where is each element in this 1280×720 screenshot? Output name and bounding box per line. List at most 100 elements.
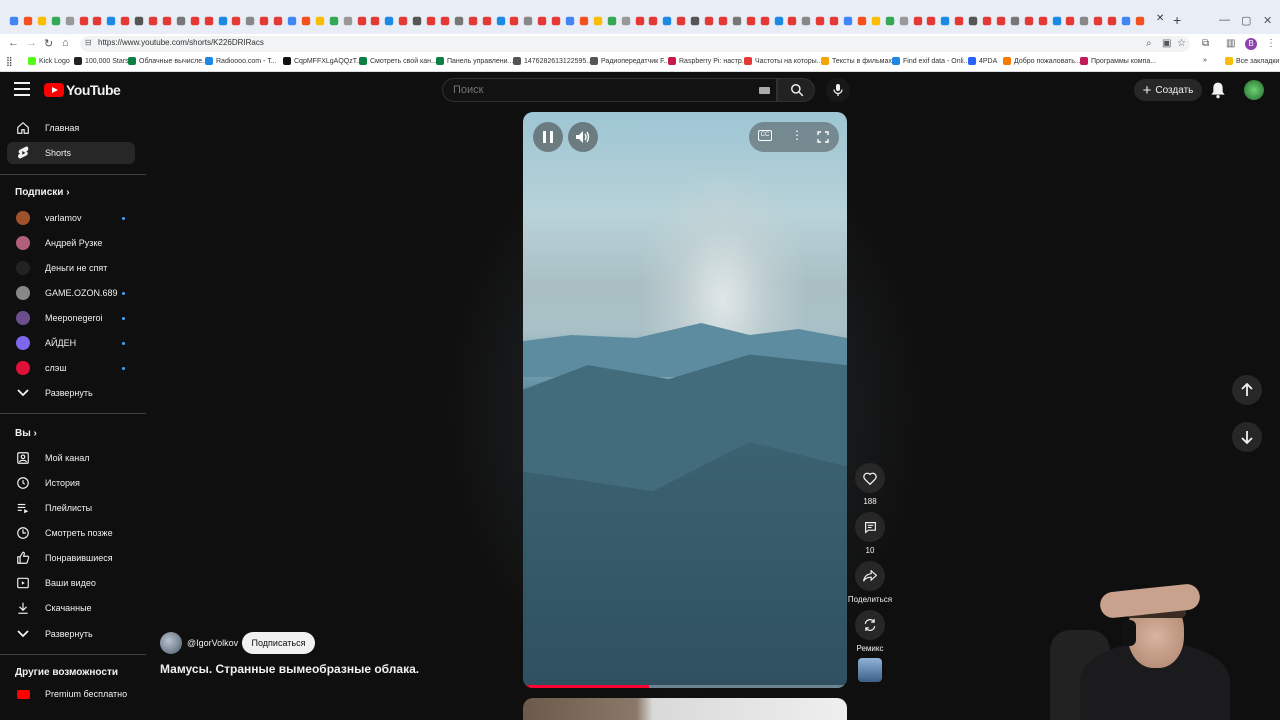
browser-tab-favicon-icon[interactable] [371,16,380,26]
browser-tab-favicon-icon[interactable] [468,16,477,26]
like-action[interactable]: 188 [855,463,885,506]
remix-action[interactable]: Ремикс [855,610,885,653]
back-icon[interactable]: ← [8,37,19,49]
browser-tab-favicon-icon[interactable] [996,16,1006,26]
browser-tab-favicon-icon[interactable] [107,16,116,26]
sidebar-channel-item[interactable]: Meeponegeroi [7,307,135,329]
subscriptions-expand[interactable]: Развернуть [7,382,135,404]
sidebar-item-premium[interactable]: Premium бесплатно [7,683,135,705]
browser-tab-favicon-icon[interactable] [676,16,686,26]
volume-button[interactable] [568,122,598,152]
browser-tab-favicon-icon[interactable] [982,16,992,26]
you-header[interactable]: Вы › [15,428,37,439]
browser-tab-favicon-icon[interactable] [607,16,616,26]
browser-tab-favicon-icon[interactable] [454,16,463,26]
notifications-bell-icon[interactable] [1210,81,1226,99]
account-avatar[interactable] [1244,80,1264,100]
maximize-icon[interactable]: ▢ [1241,14,1251,27]
browser-tab-favicon-icon[interactable] [1010,16,1019,26]
sound-thumbnail[interactable] [858,658,882,682]
sidebar-item-channel[interactable]: Мой канал [7,447,135,469]
active-tab-close-icon[interactable]: ✕ [1156,13,1164,24]
browser-tab-favicon-icon[interactable] [65,16,74,26]
browser-tab-favicon-icon[interactable] [412,16,422,26]
next-short-preview[interactable] [523,698,847,720]
hamburger-menu-icon[interactable] [14,82,30,96]
browser-tab-favicon-icon[interactable] [843,16,853,26]
browser-tab-favicon-icon[interactable] [760,16,769,26]
new-tab-icon[interactable]: + [1173,12,1181,28]
browser-tab-favicon-icon[interactable] [829,16,839,26]
browser-tab-favicon-icon[interactable] [565,16,575,26]
sidebar-channel-item[interactable]: varlamov [7,207,135,229]
browser-tab-favicon-icon[interactable] [1093,16,1103,26]
captions-icon[interactable]: CC [758,130,772,141]
browser-tab-favicon-icon[interactable] [1107,16,1117,26]
previous-short-button[interactable] [1232,375,1262,405]
browser-tab-favicon-icon[interactable] [176,16,185,26]
progress-bar[interactable] [523,685,847,688]
bookmark-item[interactable]: Find exif data - Onli... [892,57,970,65]
comments-action[interactable]: 10 [855,512,885,555]
browser-tab-favicon-icon[interactable] [23,16,33,26]
browser-tab-favicon-icon[interactable] [259,16,269,26]
sidebar-channel-item[interactable]: GAME.OZON.689 [7,282,135,304]
browser-tab-favicon-icon[interactable] [315,16,324,26]
forward-icon[interactable]: → [26,37,37,49]
sidebar-item-home[interactable]: Главная [7,117,135,139]
bookmark-item[interactable]: Тексты в фильмах [821,57,892,65]
browser-tab-favicon-icon[interactable] [704,16,714,26]
browser-tab-favicon-icon[interactable] [9,16,19,26]
browser-tab-favicon-icon[interactable] [885,16,894,26]
next-short-button[interactable] [1232,422,1262,452]
bookmark-star-icon[interactable]: ☆ [1177,38,1186,49]
browser-tab-favicon-icon[interactable] [273,16,283,26]
browser-tab-favicon-icon[interactable] [524,16,533,26]
browser-tab-favicon-icon[interactable] [815,16,825,26]
sidebar-item-playlists[interactable]: Плейлисты [7,497,135,519]
bookmark-item[interactable]: Программы компа... [1080,57,1156,65]
browser-tab-favicon-icon[interactable] [788,16,797,26]
browser-tab-favicon-icon[interactable] [537,16,547,26]
all-bookmarks-link[interactable]: Все закладки [1225,57,1279,65]
more-bookmarks-icon[interactable]: » [1203,57,1207,64]
sidebar-channel-item[interactable]: АЙДЕН [7,332,135,354]
share-action[interactable]: Поделиться [848,561,892,604]
share-button[interactable] [855,561,885,591]
browser-tab-favicon-icon[interactable] [1135,16,1145,26]
you-expand[interactable]: Развернуть [7,623,135,645]
browser-tab-favicon-icon[interactable] [190,16,199,26]
browser-tab-favicon-icon[interactable] [857,16,867,26]
browser-tab-favicon-icon[interactable] [134,16,144,26]
reload-icon[interactable]: ↻ [44,37,53,50]
more-options-icon[interactable]: ⋮ [791,128,803,142]
sidebar-item-history[interactable]: История [7,472,135,494]
bookmark-item[interactable]: 100,000 Stars [74,57,129,65]
search-input[interactable] [453,84,743,96]
browser-tab-favicon-icon[interactable] [440,16,450,26]
sidebar-channel-item[interactable]: Деньги не спят [7,257,135,279]
browser-tab-favicon-icon[interactable] [1052,16,1061,26]
browser-tab-favicon-icon[interactable] [649,16,658,26]
browser-tab-favicon-icon[interactable] [232,16,241,26]
browser-tab-favicon-icon[interactable] [579,16,589,26]
browser-tab-favicon-icon[interactable] [37,16,46,26]
bookmark-item[interactable]: 1476282613122595... [513,57,592,65]
browser-tab-favicon-icon[interactable] [1066,16,1075,26]
browser-tab-favicon-icon[interactable] [899,16,908,26]
keyboard-icon[interactable] [759,87,770,94]
browser-tab-favicon-icon[interactable] [1038,16,1047,26]
bookmark-item[interactable]: Kick Logo [28,57,70,65]
browser-tab-favicon-icon[interactable] [732,16,741,26]
browser-tab-favicon-icon[interactable] [482,16,491,26]
browser-tab-favicon-icon[interactable] [871,16,880,26]
browser-tab-favicon-icon[interactable] [51,16,60,26]
browser-tab-favicon-icon[interactable] [913,16,922,26]
browser-tab-favicon-icon[interactable] [635,16,644,26]
browser-tab-favicon-icon[interactable] [343,16,352,26]
channel-name[interactable]: @IgorVolkov [187,638,238,648]
bookmark-item[interactable]: Добро пожаловать... [1003,57,1081,65]
sidebar-channel-item[interactable]: слэш [7,357,135,379]
browser-tab-favicon-icon[interactable] [690,16,700,26]
browser-tab-favicon-icon[interactable] [357,16,366,26]
